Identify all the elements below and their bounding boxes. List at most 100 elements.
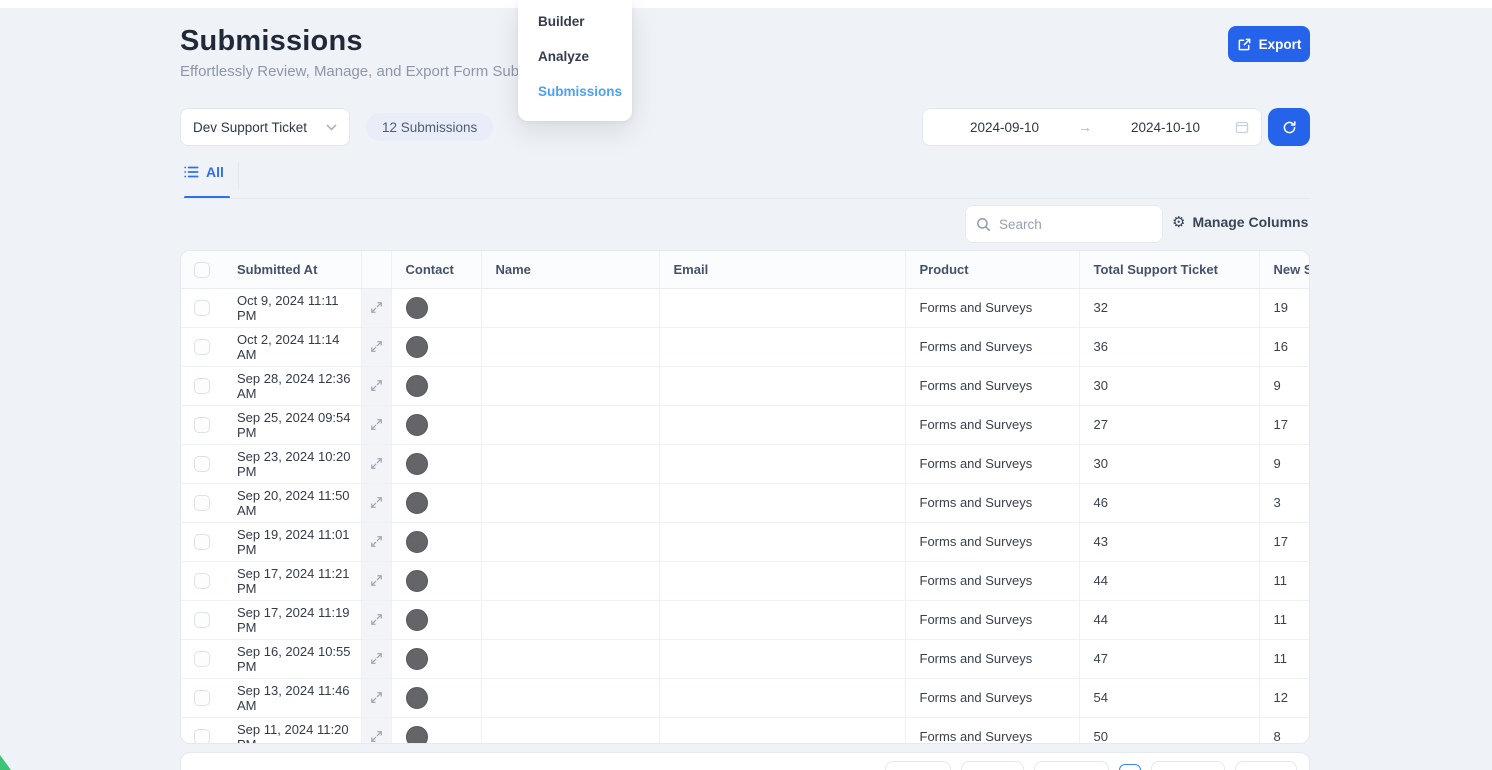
page-size-select[interactable]: 20: [884, 761, 951, 770]
table-row: Sep 17, 2024 11:21 PM Forms and Surveys …: [181, 560, 1309, 600]
date-start-input[interactable]: 2024-09-10: [935, 120, 1074, 135]
menu-item-submissions[interactable]: Submissions: [518, 74, 632, 109]
menu-item-builder[interactable]: Builder: [518, 4, 632, 39]
product-cell: Forms and Surveys: [904, 716, 1079, 743]
col-new-support[interactable]: New Su: [1258, 251, 1309, 289]
table-row: Sep 16, 2024 10:55 PM Forms and Surveys …: [181, 638, 1309, 678]
email-cell: [658, 521, 905, 561]
email-cell: [658, 638, 905, 678]
new-support-cell: 17: [1258, 404, 1309, 444]
expand-row-button[interactable]: [362, 406, 391, 444]
table-row: Sep 13, 2024 11:46 AM Forms and Surveys …: [181, 677, 1309, 717]
new-support-cell: 11: [1258, 560, 1309, 600]
email-cell: [658, 404, 905, 444]
submitted-at-cell: Sep 28, 2024 12:36 AM: [223, 365, 361, 405]
tab-all[interactable]: All: [184, 164, 224, 180]
export-icon: [1237, 37, 1252, 52]
new-support-cell: 16: [1258, 326, 1309, 366]
row-checkbox[interactable]: [194, 299, 210, 316]
row-checkbox[interactable]: [194, 455, 210, 472]
row-checkbox[interactable]: [194, 416, 210, 433]
submitted-at-cell: Sep 11, 2024 11:20 PM: [223, 716, 361, 743]
row-checkbox[interactable]: [194, 533, 210, 550]
table-row: Sep 11, 2024 11:20 PM Forms and Surveys …: [181, 716, 1309, 744]
row-checkbox[interactable]: [194, 650, 210, 667]
submitted-at-cell: Oct 2, 2024 11:14 AM: [223, 326, 361, 366]
prev-page-button[interactable]: ‹ Prev: [1034, 761, 1109, 770]
menu-item-analyze[interactable]: Analyze: [518, 39, 632, 74]
refresh-button[interactable]: [1268, 108, 1310, 146]
table-row: Sep 28, 2024 12:36 AM Forms and Surveys …: [181, 365, 1309, 405]
product-cell: Forms and Surveys: [904, 365, 1079, 405]
search-icon: [976, 217, 991, 232]
row-checkbox[interactable]: [194, 611, 210, 628]
name-cell: [480, 521, 659, 561]
product-cell: Forms and Surveys: [904, 404, 1079, 444]
total-support-ticket-cell: 36: [1078, 326, 1259, 366]
expand-row-button[interactable]: [362, 367, 391, 405]
row-checkbox[interactable]: [194, 689, 210, 706]
table-row: Sep 23, 2024 10:20 PM Forms and Surveys …: [181, 443, 1309, 483]
export-button[interactable]: Export: [1228, 26, 1310, 62]
expand-row-button[interactable]: [362, 484, 391, 522]
total-support-ticket-cell: 44: [1078, 599, 1259, 639]
nav-dropdown-menu: Builder Analyze Submissions: [518, 0, 632, 121]
submitted-at-cell: Sep 19, 2024 11:01 PM: [223, 521, 361, 561]
col-expand: [360, 251, 391, 289]
table-header-row: Submitted At Contact Name Email Product …: [181, 251, 1309, 289]
col-total-support-ticket[interactable]: Total Support Ticket: [1078, 251, 1259, 289]
expand-row-button[interactable]: [362, 601, 391, 639]
row-checkbox[interactable]: [194, 377, 210, 394]
col-product[interactable]: Product: [904, 251, 1079, 289]
next-page-button[interactable]: Next ›: [1150, 761, 1226, 770]
product-cell: Forms and Surveys: [904, 482, 1079, 522]
email-cell: [658, 716, 905, 743]
date-end-input[interactable]: 2024-10-10: [1096, 120, 1235, 135]
submitted-at-cell: Sep 20, 2024 11:50 AM: [223, 482, 361, 522]
col-contact[interactable]: Contact: [390, 251, 481, 289]
search-input[interactable]: [999, 216, 1152, 232]
expand-row-button[interactable]: [362, 679, 391, 717]
table-row: Sep 19, 2024 11:01 PM Forms and Surveys …: [181, 521, 1309, 561]
row-checkbox[interactable]: [194, 338, 210, 355]
email-cell: [658, 365, 905, 405]
total-support-ticket-cell: 32: [1078, 288, 1259, 327]
submitted-at-cell: Sep 17, 2024 11:19 PM: [223, 599, 361, 639]
expand-row-button[interactable]: [362, 523, 391, 561]
search-box[interactable]: [965, 205, 1163, 243]
row-checkbox[interactable]: [194, 572, 210, 589]
last-page-button[interactable]: Last: [1235, 761, 1297, 770]
select-all-checkbox[interactable]: [194, 261, 210, 278]
submitted-at-cell: Sep 16, 2024 10:55 PM: [223, 638, 361, 678]
page-title: Submissions: [180, 25, 363, 57]
expand-row-button[interactable]: [362, 445, 391, 483]
total-support-ticket-cell: 43: [1078, 521, 1259, 561]
name-cell: [480, 326, 659, 366]
name-cell: [480, 404, 659, 444]
row-checkbox[interactable]: [194, 494, 210, 511]
name-cell: [480, 482, 659, 522]
expand-row-button[interactable]: [362, 562, 391, 600]
contact-avatar: [405, 530, 428, 553]
product-cell: Forms and Surveys: [904, 443, 1079, 483]
expand-row-button[interactable]: [362, 640, 391, 678]
tab-all-label: All: [206, 164, 224, 180]
current-page-button[interactable]: 1: [1118, 764, 1141, 770]
manage-columns-button[interactable]: ⚙ Manage Columns: [1172, 214, 1308, 230]
col-email[interactable]: Email: [658, 251, 905, 289]
contact-avatar: [405, 296, 428, 319]
form-selector[interactable]: Dev Support Ticket: [180, 108, 350, 146]
contact-avatar: [405, 686, 428, 709]
name-cell: [480, 677, 659, 717]
date-range-picker[interactable]: 2024-09-10 → 2024-10-10: [922, 108, 1262, 146]
col-name[interactable]: Name: [480, 251, 659, 289]
col-submitted-at[interactable]: Submitted At: [223, 251, 361, 289]
row-checkbox[interactable]: [194, 728, 210, 743]
expand-row-button[interactable]: [362, 289, 391, 327]
submitted-at-cell: Oct 9, 2024 11:11 PM: [237, 292, 339, 323]
expand-row-button[interactable]: [362, 328, 391, 366]
tabs-bottom-divider: [180, 198, 1310, 199]
expand-row-button[interactable]: [362, 718, 391, 744]
first-page-button[interactable]: First: [960, 761, 1025, 770]
name-cell: [480, 443, 659, 483]
